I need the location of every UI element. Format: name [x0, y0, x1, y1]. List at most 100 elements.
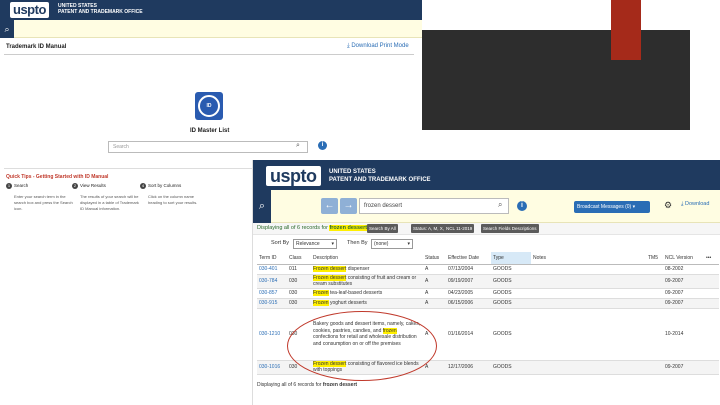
date-cell: 12/17/2006	[446, 360, 491, 375]
uspto-logo[interactable]: uspto	[10, 2, 49, 18]
date-cell: 07/13/2004	[446, 264, 491, 275]
uspto-header	[253, 160, 720, 190]
slide: uspto UNITED STATES PATENT AND TRADEMARK…	[0, 0, 720, 405]
forward-arrow-button[interactable]: →	[340, 198, 357, 214]
date-cell: 06/15/2006	[446, 298, 491, 309]
chevron-down-icon: ▾	[407, 241, 410, 247]
status-cell: A	[423, 274, 446, 289]
highlighted-term: Frozen dessert	[313, 265, 347, 272]
step-2-text: The results of your search will be displ…	[80, 194, 139, 211]
type-cell: GOODS	[491, 274, 531, 289]
column-header-description[interactable]: Description	[311, 252, 423, 265]
status-cell: A	[423, 298, 446, 309]
tm5-cell	[646, 308, 663, 361]
status-cell: A	[423, 288, 446, 299]
uspto-logo[interactable]: uspto	[266, 166, 321, 186]
step-number: 2	[72, 183, 78, 189]
sort-by-select[interactable]: Relevance ▾	[293, 239, 337, 249]
search-icon[interactable]: ⌕	[0, 20, 14, 38]
broadcast-messages-button[interactable]: Broadcast Messages (0) ▾	[574, 201, 650, 213]
term-id-link[interactable]: 030-401	[257, 264, 287, 275]
notes-cell	[531, 264, 646, 275]
highlighted-term: Frozen	[313, 289, 329, 296]
back-arrow-button[interactable]: ←	[321, 198, 338, 214]
notes-cell	[531, 274, 646, 289]
term-id-link[interactable]: 030-784	[257, 274, 287, 289]
step-4-title: 4 Sort by Columns	[140, 183, 181, 189]
notes-cell	[531, 308, 646, 361]
ncl-cell: 10-2014	[663, 308, 704, 361]
download-link[interactable]: ⤓ Download	[681, 201, 709, 208]
description-cell: Frozen tea-leaf-based desserts	[311, 288, 423, 299]
type-cell: GOODS	[491, 288, 531, 299]
column-header-effective-date[interactable]: Effective Date	[446, 252, 491, 265]
table-header-row: Term ID Class Description Status Effecti…	[257, 252, 719, 265]
sort-by-value: Relevance	[296, 241, 320, 247]
step-1-text: Enter your search term in the search box…	[14, 194, 73, 211]
term-id-link[interactable]: 030-1016	[257, 360, 287, 375]
search-icon[interactable]: ⌕	[296, 142, 300, 150]
table-row: 030-915 030 Frozen yoghurt desserts A 06…	[257, 298, 719, 309]
then-by-select[interactable]: (none) ▾	[371, 239, 413, 249]
highlighted-term: Frozen dessert	[313, 274, 347, 281]
table-row: 030-857 030 Frozen tea-leaf-based desser…	[257, 288, 719, 299]
filter-chip-search-by[interactable]: Search By All	[367, 224, 398, 233]
broadcast-label: Broadcast Messages (0)	[577, 204, 632, 210]
search-input[interactable]: Search	[108, 141, 308, 153]
column-header-status[interactable]: Status	[423, 252, 446, 265]
search-icon[interactable]: ⌕	[498, 200, 502, 210]
info-icon[interactable]: i	[517, 201, 527, 211]
column-header-ncl-version[interactable]: NCL Version	[663, 252, 704, 265]
column-header-notes[interactable]: Notes	[531, 252, 646, 265]
column-header-type[interactable]: Type	[491, 252, 531, 265]
notes-cell	[531, 298, 646, 309]
toolbar	[0, 20, 422, 38]
then-by-value: (none)	[374, 241, 389, 247]
results-footer: Displaying all of 6 records for frozen d…	[257, 382, 357, 388]
info-icon[interactable]: i	[318, 141, 327, 150]
class-cell: 030	[287, 298, 311, 309]
id-badge-label: ID	[198, 95, 220, 117]
more-columns-icon[interactable]: •••	[704, 252, 719, 265]
office-name: UNITED STATES PATENT AND TRADEMARK OFFIC…	[329, 168, 431, 184]
id-master-list-icon[interactable]: ID	[195, 92, 223, 120]
term-id-link[interactable]: 030-1210	[257, 308, 287, 361]
column-header-tm5[interactable]: TM5	[646, 252, 663, 265]
search-icon[interactable]: ⌕	[253, 190, 271, 223]
term-id-link[interactable]: 030-857	[257, 288, 287, 299]
sort-by-label: Sort By	[271, 240, 290, 246]
ncl-cell: 08-2002	[663, 264, 704, 275]
description-text: yoghurt desserts	[328, 299, 367, 306]
notes-cell	[531, 360, 646, 375]
type-cell: GOODS	[491, 298, 531, 309]
date-cell: 01/16/2014	[446, 308, 491, 361]
description-cell: Frozen dessert consisting of fruit and c…	[311, 274, 423, 289]
ncl-cell: 09-2007	[663, 274, 704, 289]
page-title: Trademark ID Manual	[6, 44, 67, 50]
class-cell: 030	[287, 274, 311, 289]
class-cell: 030	[287, 288, 311, 299]
column-header-term-id[interactable]: Term ID	[257, 252, 287, 265]
type-cell: GOODS	[491, 360, 531, 375]
quick-tips-heading[interactable]: Quick Tips - Getting Started with ID Man…	[6, 174, 108, 180]
office-line-2: PATENT AND TRADEMARK OFFICE	[58, 9, 143, 15]
step-number: 1	[6, 183, 12, 189]
download-print-mode-link[interactable]: ⤓ Download Print Mode	[347, 43, 409, 50]
ncl-cell: 09-2007	[663, 298, 704, 309]
highlighted-term: Frozen	[313, 299, 329, 306]
term-id-link[interactable]: 030-915	[257, 298, 287, 309]
id-master-list-label[interactable]: ID Master List	[190, 128, 229, 134]
table-row: 030-401 011 Frozen dessert dispenser A 0…	[257, 264, 719, 275]
chevron-down-icon: ▾	[331, 241, 334, 247]
column-header-class[interactable]: Class	[287, 252, 311, 265]
filter-chip-search-fields[interactable]: Search Fields Descriptions	[481, 224, 539, 233]
tm5-cell	[646, 360, 663, 375]
search-input[interactable]: frozen dessert	[359, 198, 509, 214]
step-title: Sort by Columns	[148, 183, 182, 188]
decorative-dark-panel	[422, 30, 690, 130]
gear-icon[interactable]: ⚙	[664, 200, 672, 211]
footer-prefix: Displaying all of 6 records for	[257, 382, 322, 388]
description-cell: Frozen yoghurt desserts	[311, 298, 423, 309]
filter-chip-ncl[interactable]: NCL 11-2019	[444, 224, 475, 233]
results-count-prefix: Displaying all of 6 records for	[257, 225, 328, 231]
